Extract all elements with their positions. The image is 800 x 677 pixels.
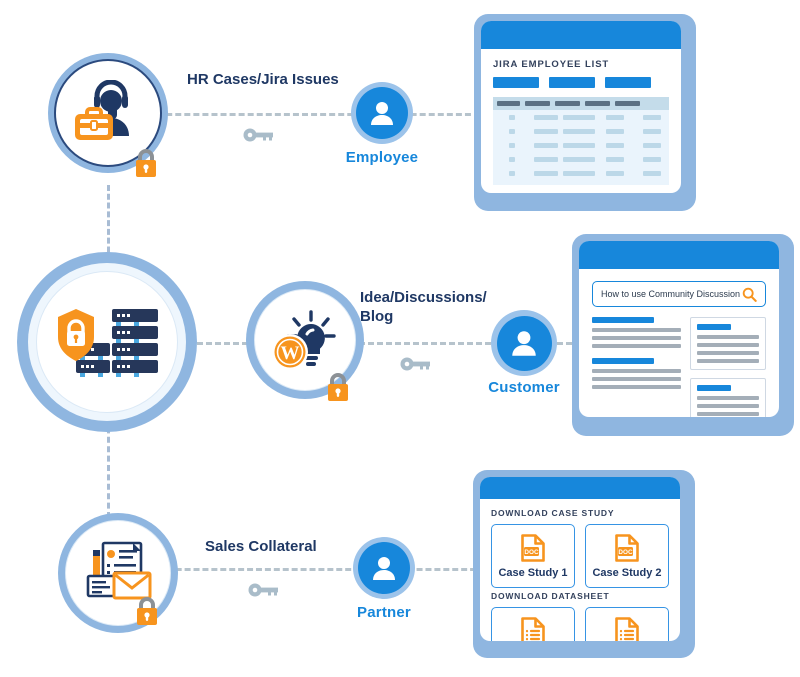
download-card-case-study-2[interactable]: DOC Case Study 2: [585, 524, 669, 588]
flow-label-employee: HR Cases/Jira Issues: [187, 71, 339, 88]
connector-employee: [130, 113, 480, 116]
svg-text:DOC: DOC: [618, 549, 633, 556]
persona-customer[interactable]: [491, 310, 557, 376]
key-icon-employee: [243, 128, 275, 147]
persona-label-customer: Customer: [488, 379, 560, 396]
download-card-case-study-1[interactable]: DOC Case Study 1: [491, 524, 575, 588]
lightbulb-wordpress-icon: W: [272, 310, 336, 370]
persona-label-partner: Partner: [357, 604, 411, 621]
padlock-badge-idea: [325, 372, 351, 402]
persona-employee[interactable]: [351, 82, 413, 144]
flow-label-customer: Idea/Discussions/ Blog: [360, 289, 487, 325]
svg-text:W: W: [281, 343, 300, 364]
window-customer[interactable]: How to use Community Discussion: [579, 241, 779, 417]
search-input[interactable]: How to use Community Discussion: [592, 281, 766, 307]
window-title-employee: JIRA EMPLOYEE LIST: [493, 59, 610, 70]
datasheet-file-icon: [521, 617, 545, 641]
feed-item[interactable]: [592, 317, 682, 348]
diagram-canvas: HR Cases/Jira Issues Employee JIRA EMPLO…: [0, 0, 800, 677]
window-partner[interactable]: DOWNLOAD CASE STUDY DOC Case Study 1 DOC…: [480, 477, 680, 641]
source-sales-collateral[interactable]: [58, 513, 178, 633]
shield-lock-server-rack-icon: [58, 309, 158, 377]
flow-label-partner: Sales Collateral: [205, 538, 317, 555]
key-icon-customer: [400, 357, 432, 376]
table-row[interactable]: [493, 166, 669, 180]
table-row[interactable]: [493, 110, 669, 124]
feed-column-left: [592, 317, 682, 417]
download-card-datasheet-2[interactable]: Datasheet 2: [585, 607, 669, 641]
svg-text:DOC: DOC: [524, 549, 539, 556]
filter-chip[interactable]: [605, 77, 651, 88]
datasheet-file-icon: [615, 617, 639, 641]
padlock-badge-sales: [134, 596, 160, 626]
source-secure-datacenter[interactable]: [17, 252, 197, 432]
filter-chip[interactable]: [549, 77, 595, 88]
side-card[interactable]: [690, 317, 766, 370]
side-card[interactable]: [690, 378, 766, 417]
search-icon[interactable]: [742, 287, 757, 302]
persona-partner[interactable]: [353, 537, 415, 599]
table-header-row: [493, 97, 669, 110]
search-input-value: How to use Community Discussion: [601, 289, 741, 299]
window-employee[interactable]: JIRA EMPLOYEE LIST: [481, 21, 681, 193]
table-row[interactable]: [493, 152, 669, 166]
table-row[interactable]: [493, 138, 669, 152]
window-titlebar: [481, 21, 681, 49]
user-avatar-icon: [373, 557, 395, 580]
connector-partner: [140, 568, 485, 571]
padlock-badge-hr: [133, 148, 159, 178]
filter-chip[interactable]: [493, 77, 539, 88]
section-title-case-study: DOWNLOAD CASE STUDY: [491, 508, 615, 518]
user-avatar-icon: [512, 331, 536, 356]
connector-vertical-bottom: [107, 418, 110, 518]
feed-column-right: [690, 317, 766, 417]
user-avatar-icon: [371, 102, 393, 125]
table-row[interactable]: [493, 124, 669, 138]
feed-item[interactable]: [592, 358, 682, 389]
window-titlebar: [579, 241, 779, 269]
download-card-label: Case Study 2: [592, 567, 662, 579]
employee-table: [493, 97, 669, 185]
download-card-label: Case Study 1: [498, 567, 568, 579]
filter-button-row[interactable]: [493, 77, 669, 88]
key-icon-partner: [248, 583, 280, 602]
doc-file-icon: DOC: [521, 534, 545, 562]
window-titlebar: [480, 477, 680, 499]
doc-file-icon: DOC: [615, 534, 639, 562]
support-agent-briefcase-icon: [75, 80, 129, 140]
download-card-datasheet-1[interactable]: Datasheet 1: [491, 607, 575, 641]
section-title-datasheet: DOWNLOAD DATASHEET: [491, 591, 610, 601]
persona-label-employee: Employee: [345, 149, 419, 166]
